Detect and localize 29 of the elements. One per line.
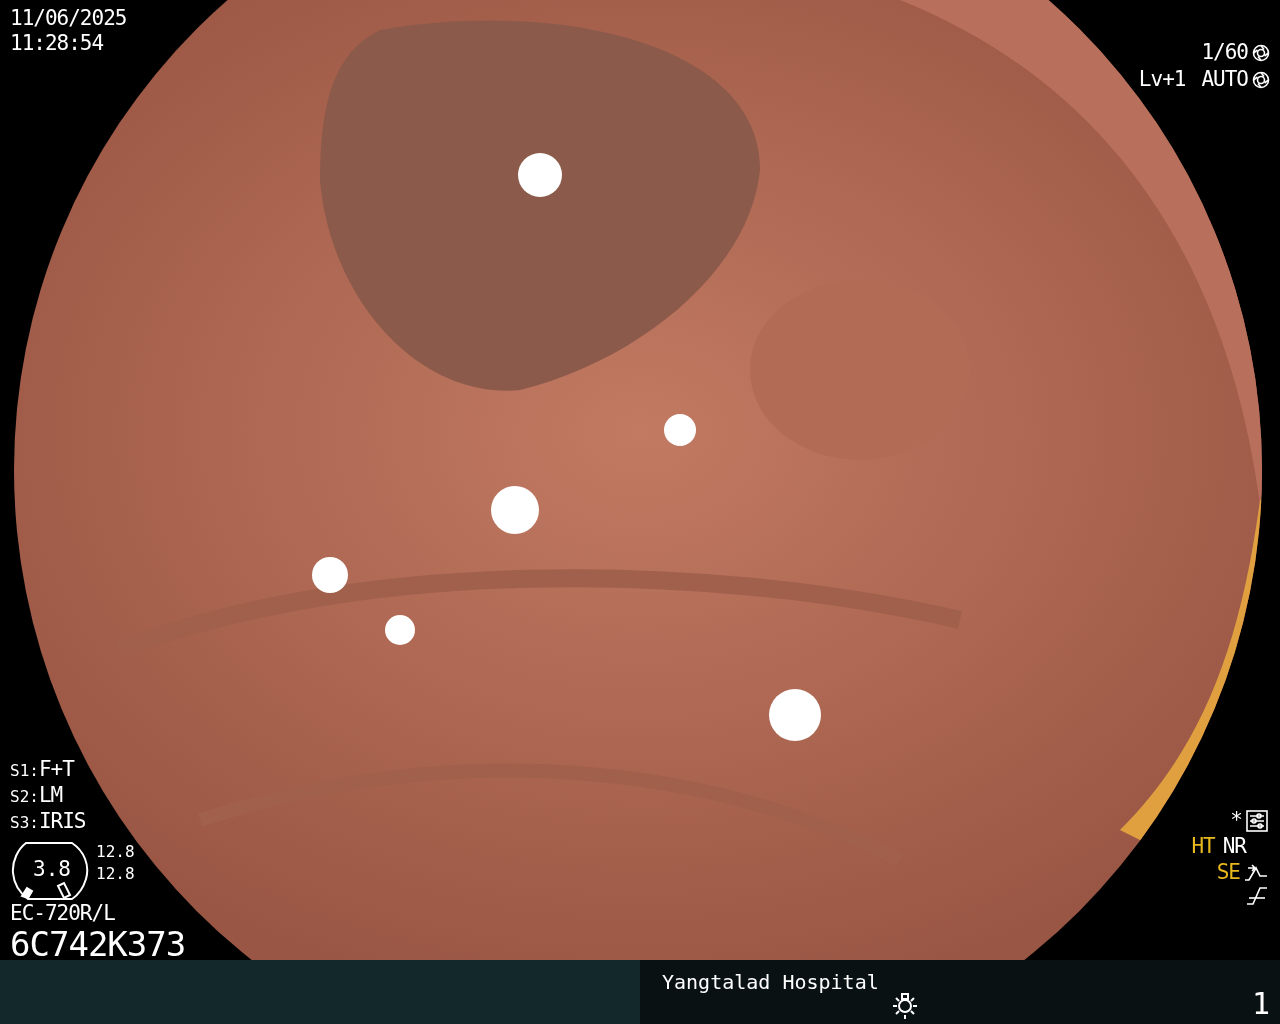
sliders-icon bbox=[1246, 809, 1268, 832]
shutter-speed-text: 1/60 bbox=[1201, 40, 1248, 65]
image-count: 1 bbox=[1251, 986, 1270, 1021]
curve-icon bbox=[1244, 863, 1268, 882]
switch-function-text: IRIS bbox=[38, 809, 86, 834]
scope-gauge-icon bbox=[10, 841, 90, 901]
mode-indicator: NR bbox=[1222, 834, 1246, 859]
brightness-level-text: Lv+1 bbox=[1138, 67, 1186, 92]
scope-model-text: EC-720R/L bbox=[10, 901, 116, 926]
switch-function-text: F+T bbox=[38, 757, 74, 782]
curve-slash-icon bbox=[1246, 886, 1268, 906]
hospital-name: Yangtalad Hospital bbox=[662, 970, 879, 994]
time-text: 11:28:54 bbox=[10, 31, 105, 56]
gauge-value: 3.8 bbox=[33, 857, 71, 881]
date-text: 11/06/2025 bbox=[10, 6, 127, 31]
shutter-icon bbox=[1252, 43, 1270, 62]
switch-function-text: LM bbox=[38, 783, 63, 808]
asterisk-mark: * bbox=[1230, 808, 1242, 833]
reading-text: 12.8 bbox=[96, 863, 135, 885]
serial-number-text: 6C742K373 bbox=[10, 926, 186, 960]
enhance-indicator: SE bbox=[1216, 860, 1240, 885]
mode-indicator: HT bbox=[1191, 834, 1215, 859]
iris-mode-text: AUTO bbox=[1201, 67, 1248, 92]
switch-label: S3: bbox=[10, 812, 39, 834]
reading-text: 12.8 bbox=[96, 841, 135, 863]
switch-label: S2: bbox=[10, 786, 39, 808]
switch-label: S1: bbox=[10, 760, 39, 782]
aperture-icon bbox=[1252, 70, 1270, 89]
lamp-icon bbox=[890, 990, 920, 1020]
